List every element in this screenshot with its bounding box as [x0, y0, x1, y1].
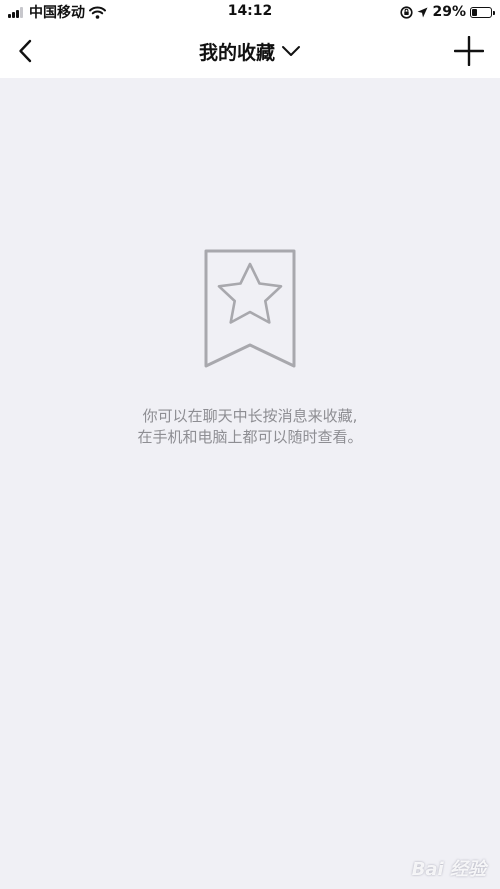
- title-dropdown[interactable]: 我的收藏: [150, 36, 350, 66]
- bookmark-star-icon: [0, 248, 500, 370]
- plus-icon: [454, 36, 484, 66]
- watermark: Bai 经验: [411, 859, 486, 880]
- add-button[interactable]: [452, 34, 486, 68]
- empty-hint-line2: 在手机和电脑上都可以随时查看。: [137, 428, 363, 446]
- battery-fill: [472, 8, 477, 16]
- page-title: 我的收藏: [198, 41, 275, 64]
- status-right: 29%: [400, 2, 495, 22]
- chevron-down-icon: [281, 45, 301, 57]
- empty-hint: 你可以在聊天中长按消息来收藏, 在手机和电脑上都可以随时查看。: [0, 406, 500, 448]
- status-bar: 中国移动 14:12 29%: [0, 0, 500, 24]
- battery-percent: 29%: [432, 4, 466, 20]
- location-arrow-icon: [417, 7, 428, 18]
- back-button[interactable]: [8, 34, 42, 68]
- empty-state: 你可以在聊天中长按消息来收藏, 在手机和电脑上都可以随时查看。: [0, 248, 500, 448]
- nav-bar: 我的收藏: [0, 24, 500, 78]
- orientation-lock-icon: [400, 5, 414, 19]
- empty-hint-line1: 你可以在聊天中长按消息来收藏,: [142, 407, 358, 425]
- battery-icon: [470, 6, 495, 18]
- chevron-left-icon: [18, 39, 32, 63]
